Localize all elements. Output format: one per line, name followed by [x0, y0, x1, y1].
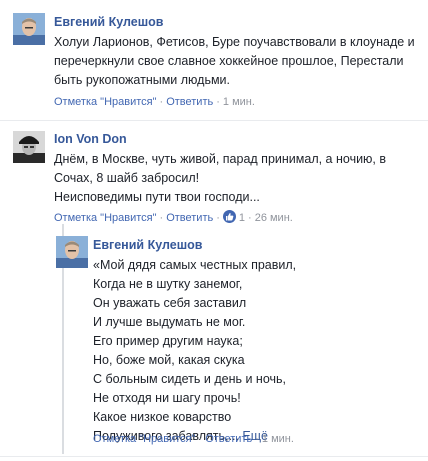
reply-text-line: И лучше выдумать не мог.	[93, 315, 246, 329]
reply-text-line: Но, боже мой, какая скука	[93, 353, 245, 367]
divider	[0, 456, 428, 457]
comment-text: Холуи Ларионов, Фетисов, Буре поучавство…	[54, 33, 415, 90]
reply-author[interactable]: Евгений Кулешов	[93, 238, 202, 252]
like-link[interactable]: Отметка "Нравится"	[54, 96, 157, 108]
comment-timestamp[interactable]: 26 мин.	[255, 212, 293, 224]
comment-text-line: Сочах, 8 шайб забросил!	[54, 171, 200, 185]
separator-dot: ·	[198, 433, 203, 445]
reply-text: «Мой дядя самых честных правил, Когда не…	[93, 256, 296, 446]
reply-link[interactable]: Ответить	[166, 96, 213, 108]
separator-dot: ·	[216, 96, 220, 108]
reaction-count[interactable]: 1	[239, 212, 245, 224]
comment-text-line: быть рукопожатными людьми.	[54, 73, 231, 87]
reply-link[interactable]: Ответить	[166, 212, 213, 224]
avatar[interactable]	[13, 13, 45, 45]
separator-dot: ·	[216, 212, 220, 224]
reply-actions: Отметка "Нравится" · Ответить · 1 мин.	[93, 432, 294, 446]
separator-dot: ·	[248, 212, 252, 224]
reply-text-line: Когда не в шутку занемог,	[93, 277, 243, 291]
comment-timestamp[interactable]: 1 мин.	[223, 96, 255, 108]
thumbs-up-icon[interactable]	[222, 210, 236, 223]
reply-text-line: «Мой дядя самых честных правил,	[93, 258, 297, 272]
comment-text-line: перечеркнули свое славное хоккейное прош…	[54, 54, 404, 68]
comment-text: Днём, в Москве, чуть живой, парад приним…	[54, 150, 386, 207]
comment-text-line: Холуи Ларионов, Фетисов, Буре поучавство…	[54, 35, 415, 49]
reply-text-line: Не отходя ни шагу прочь!	[93, 391, 241, 405]
reply-text-line: Он уважать себя заставил	[93, 296, 247, 310]
reply-timestamp[interactable]: 1 мин.	[262, 433, 294, 445]
comment-text-line: Неисповедимы пути твои господи...	[54, 190, 260, 204]
comment-1: Евгений Кулешов Холуи Ларионов, Фетисов,…	[0, 0, 428, 115]
comment-author[interactable]: Евгений Кулешов	[54, 15, 163, 29]
reply-text-line: Какое низкое коварство	[93, 410, 232, 424]
reply-comment: Евгений Кулешов «Мой дядя самых честных …	[56, 226, 428, 454]
like-link[interactable]: Отметка "Нравится"	[93, 433, 196, 445]
separator-dot: ·	[255, 433, 259, 445]
reply-text-line: С больным сидеть и день и ночь,	[93, 372, 286, 386]
comment-text-line: Днём, в Москве, чуть живой, парад приним…	[54, 152, 387, 166]
comment-2: Ion Von Don Днём, в Москве, чуть живой, …	[0, 121, 428, 226]
comment-author[interactable]: Ion Von Don	[54, 132, 127, 146]
reply-link[interactable]: Ответить	[205, 433, 252, 445]
separator-dot: ·	[159, 96, 164, 108]
comment-actions: Отметка "Нравится" · Ответить · 1 мин.	[54, 95, 255, 109]
avatar[interactable]	[13, 131, 45, 163]
reply-text-line: Его пример другим наука;	[93, 334, 243, 348]
separator-dot: ·	[159, 212, 164, 224]
comment-actions: Отметка "Нравится" · Ответить · 1 · 26 мин.	[54, 210, 293, 225]
like-link[interactable]: Отметка "Нравится"	[54, 212, 157, 224]
avatar[interactable]	[56, 236, 88, 268]
